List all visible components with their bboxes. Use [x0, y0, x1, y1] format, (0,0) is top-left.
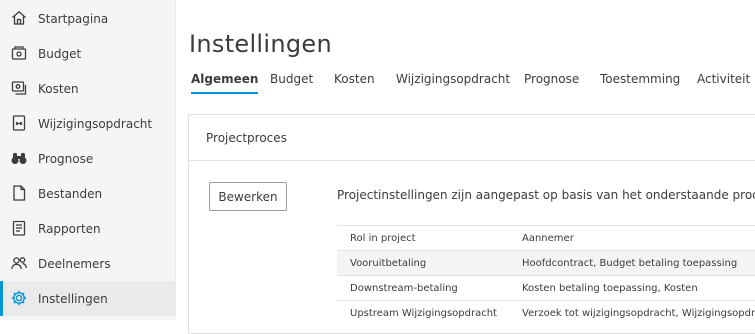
sidebar-item-budget[interactable]: Budget	[0, 36, 175, 71]
table-cell: Kosten betaling toepassing, Kosten	[509, 275, 755, 301]
sidebar-item-kosten[interactable]: Kosten	[0, 71, 175, 106]
sidebar-item-label: Wijzigingsopdracht	[38, 116, 153, 131]
home-icon	[10, 9, 28, 27]
sidebar-item-bestanden[interactable]: Bestanden	[0, 176, 175, 211]
sidebar-item-label: Bestanden	[38, 186, 103, 201]
sidebar-item-rapporten[interactable]: Rapporten	[0, 211, 175, 246]
table-row: Downstream-betaling Kosten betaling toep…	[337, 275, 755, 301]
tab-algemeen[interactable]: Algemeen	[191, 66, 259, 94]
sidebar-item-label: Instellingen	[38, 291, 108, 306]
sidebar-item-label: Prognose	[38, 151, 94, 166]
process-description: Projectinstellingen zijn aangepast op ba…	[337, 188, 755, 202]
tab-budget[interactable]: Budget	[270, 66, 313, 92]
report-icon	[10, 219, 28, 237]
column-header: Aannemer	[509, 225, 755, 251]
sidebar-item-prognose[interactable]: Prognose	[0, 141, 175, 176]
table-cell: Verzoek tot wijzigingsopdracht, Wijzigin…	[509, 300, 755, 325]
process-table: Rol in project Aannemer Vooruitbetaling …	[337, 225, 755, 325]
panel-header: Projectproces	[189, 115, 755, 161]
page-title: Instellingen	[189, 30, 332, 59]
file-icon	[10, 184, 28, 202]
main-content: Instellingen Algemeen Budget Kosten Wijz…	[176, 0, 755, 334]
table-cell: Downstream-betaling	[337, 275, 509, 301]
binoculars-icon	[10, 149, 28, 167]
edit-button[interactable]: Bewerken	[209, 182, 287, 211]
tab-activiteit[interactable]: Activiteit	[697, 66, 750, 92]
column-header: Rol in project	[337, 225, 509, 251]
sidebar-item-deelnemers[interactable]: Deelnemers	[0, 246, 175, 281]
project-process-panel: Projectproces Bewerken Projectinstelling…	[188, 114, 755, 334]
table-cell: Vooruitbetaling	[337, 250, 509, 276]
cost-icon	[10, 79, 28, 97]
sidebar-item-startpagina[interactable]: Startpagina	[0, 1, 175, 36]
panel-title: Projectproces	[206, 131, 287, 145]
sidebar-item-wijzigingsopdracht[interactable]: Wijzigingsopdracht	[0, 106, 175, 141]
sidebar: Startpagina Budget Kosten Wijzigingsopdr…	[0, 0, 176, 320]
sidebar-item-instellingen[interactable]: Instellingen	[0, 281, 175, 316]
people-icon	[10, 254, 28, 272]
change-order-icon	[10, 114, 28, 132]
table-header-row: Rol in project Aannemer	[337, 225, 755, 251]
sidebar-item-label: Budget	[38, 46, 82, 61]
table-cell: Upstream Wijzigingsopdracht	[337, 300, 509, 325]
sidebar-item-label: Startpagina	[38, 11, 109, 26]
table-cell: Hoofdcontract, Budget betaling toepassin…	[509, 250, 755, 276]
budget-icon	[10, 44, 28, 62]
table-row: Upstream Wijzigingsopdracht Verzoek tot …	[337, 300, 755, 325]
table-row: Vooruitbetaling Hoofdcontract, Budget be…	[337, 250, 755, 276]
tab-prognose[interactable]: Prognose	[524, 66, 579, 92]
tab-bar: Algemeen Budget Kosten Wijzigingsopdrach…	[176, 66, 755, 94]
tab-toestemming[interactable]: Toestemming	[600, 66, 680, 92]
sidebar-item-label: Rapporten	[38, 221, 101, 236]
sidebar-item-label: Kosten	[38, 81, 79, 96]
sidebar-item-label: Deelnemers	[38, 256, 111, 271]
gear-icon	[10, 289, 28, 307]
tab-wijzigingsopdracht[interactable]: Wijzigingsopdracht	[396, 66, 510, 92]
tab-kosten[interactable]: Kosten	[334, 66, 375, 92]
